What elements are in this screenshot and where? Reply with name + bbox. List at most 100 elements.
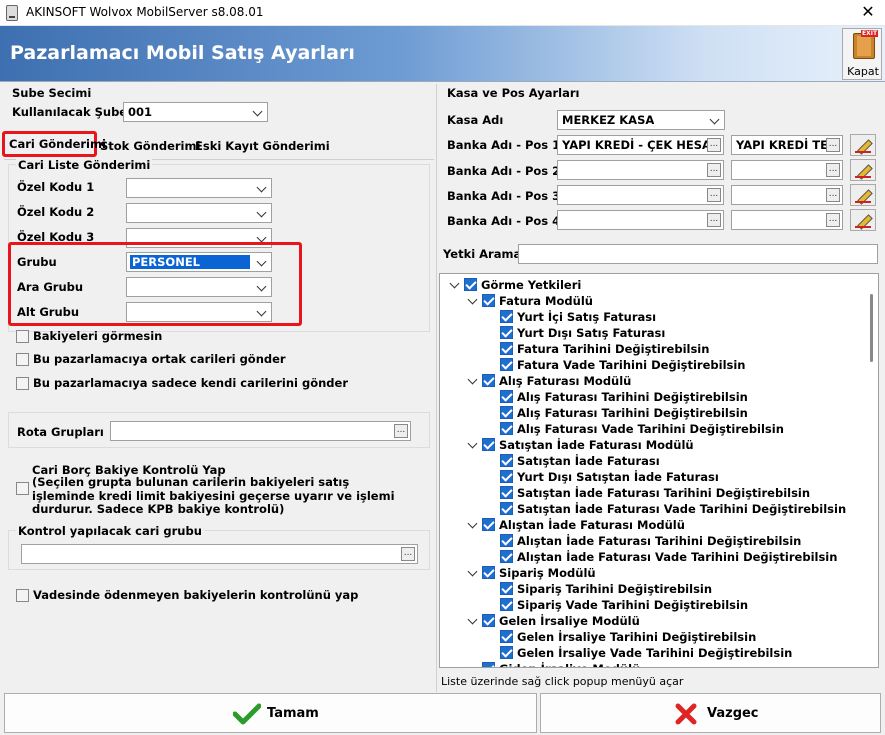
tree-item-checkbox[interactable] — [500, 502, 513, 515]
tree-item[interactable]: Sipariş Tarihini Değiştirebilsin — [440, 581, 870, 597]
tree-item-checkbox[interactable] — [482, 518, 495, 531]
edit-pencil-icon[interactable] — [850, 209, 876, 231]
tree-item-checkbox[interactable] — [500, 486, 513, 499]
tree-item-checkbox[interactable] — [500, 310, 513, 323]
tree-item[interactable]: Fatura Vade Tarihini Değiştirebilsin — [440, 357, 870, 373]
yetki-arama-input[interactable] — [518, 244, 878, 264]
bakiye-gormesin-checkbox[interactable] — [16, 330, 29, 343]
ortak-cari-checkbox[interactable] — [16, 353, 29, 366]
grubu-select[interactable]: PERSONEL — [126, 252, 272, 272]
tree-item[interactable]: Gelen İrsaliye Tarihini Değiştirebilsin — [440, 629, 870, 645]
tree-item-checkbox[interactable] — [500, 390, 513, 403]
pos-2-bank-input[interactable]: ... — [557, 160, 724, 180]
tree-item[interactable]: Gelen İrsaliye Vade Tarihini Değiştirebi… — [440, 645, 870, 661]
kontrol-input[interactable]: ... — [21, 544, 418, 564]
chevron-down-icon[interactable] — [468, 377, 478, 387]
tree-item[interactable]: Alıştan İade Faturası Tarihini Değiştire… — [440, 533, 870, 549]
tree-item[interactable]: Satıştan İade Faturası — [440, 453, 870, 469]
tree-item[interactable]: Sipariş Modülü — [440, 565, 870, 581]
tamam-button[interactable]: Tamam — [4, 693, 537, 733]
pos-2-account-input[interactable]: ... — [731, 160, 843, 180]
tree-item[interactable]: Satıştan İade Faturası Modülü — [440, 437, 870, 453]
tab-eski-kayit-gonderimi[interactable]: Eski Kayıt Gönderimi — [195, 139, 330, 153]
tree-item-checkbox[interactable] — [500, 406, 513, 419]
pos-3-bank-input[interactable]: ... — [557, 185, 724, 205]
tree-item-checkbox[interactable] — [482, 438, 495, 451]
kapat-button[interactable]: EXIT Kapat — [842, 28, 882, 80]
chevron-down-icon[interactable] — [468, 617, 478, 627]
tree-item[interactable]: Fatura Modülü — [440, 293, 870, 309]
ellipsis-button[interactable]: ... — [707, 213, 721, 227]
pos-1-account-input[interactable]: YAPI KREDİ TE... — [731, 135, 843, 155]
ellipsis-button[interactable]: ... — [826, 188, 840, 202]
tree-item-checkbox[interactable] — [482, 294, 495, 307]
kasa-select[interactable]: MERKEZ KASA — [557, 110, 725, 130]
ellipsis-button[interactable]: ... — [826, 163, 840, 177]
pos-4-account-input[interactable]: ... — [731, 210, 843, 230]
borc-kontrol-checkbox[interactable] — [16, 482, 29, 495]
tree-item[interactable]: Görme Yetkileri — [440, 277, 870, 293]
tree-item-checkbox[interactable] — [482, 374, 495, 387]
tree-item[interactable]: Alıştan İade Faturası Modülü — [440, 517, 870, 533]
window-close-button[interactable]: ✕ — [855, 1, 881, 23]
ellipsis-button[interactable]: ... — [401, 547, 415, 561]
tree-item[interactable]: Fatura Tarihini Değiştirebilsin — [440, 341, 870, 357]
ellipsis-button[interactable]: ... — [707, 138, 721, 152]
chevron-down-icon[interactable] — [468, 569, 478, 579]
tree-item[interactable]: Sipariş Vade Tarihini Değiştirebilsin — [440, 597, 870, 613]
tree-item-checkbox[interactable] — [464, 278, 477, 291]
tree-item[interactable]: Yurt İçi Satış Faturası — [440, 309, 870, 325]
edit-pencil-icon[interactable] — [850, 134, 876, 156]
tree-item[interactable]: Alıştan İade Faturası Vade Tarihini Deği… — [440, 549, 870, 565]
tree-scrollbar[interactable] — [870, 294, 873, 362]
tree-item-checkbox[interactable] — [500, 470, 513, 483]
tree-item-checkbox[interactable] — [500, 358, 513, 371]
tree-item-checkbox[interactable] — [500, 630, 513, 643]
ellipsis-button[interactable]: ... — [826, 213, 840, 227]
tree-item-checkbox[interactable] — [482, 566, 495, 579]
ellipsis-button[interactable]: ... — [707, 188, 721, 202]
tree-item-checkbox[interactable] — [482, 614, 495, 627]
permission-tree[interactable]: Görme Yetkileri Fatura Modülü Yurt İçi Sat… — [439, 273, 879, 668]
ellipsis-button[interactable]: ... — [394, 424, 408, 438]
chevron-down-icon[interactable] — [450, 281, 460, 291]
tree-item[interactable]: Alış Faturası Vade Tarihini Değiştirebil… — [440, 421, 870, 437]
tree-item[interactable]: Satıştan İade Faturası Vade Tarihini Değ… — [440, 501, 870, 517]
tree-item[interactable]: Yurt Dışı Satış Faturası — [440, 325, 870, 341]
chevron-down-icon[interactable] — [468, 297, 478, 307]
tree-item-checkbox[interactable] — [500, 454, 513, 467]
pos-4-bank-input[interactable]: ... — [557, 210, 724, 230]
edit-pencil-icon[interactable] — [850, 159, 876, 181]
tab-cari-gonderimi[interactable]: Cari Gönderimi — [9, 137, 106, 151]
tree-item-checkbox[interactable] — [500, 582, 513, 595]
rota-input[interactable]: ... — [110, 421, 411, 441]
tree-item[interactable]: Yurt Dışı Satıştan İade Faturası — [440, 469, 870, 485]
tree-item-checkbox[interactable] — [500, 422, 513, 435]
tree-item[interactable]: Giden İrsaliye Modülü — [440, 661, 870, 667]
tree-item-checkbox[interactable] — [500, 326, 513, 339]
tree-item[interactable]: Alış Faturası Modülü — [440, 373, 870, 389]
tree-item[interactable]: Gelen İrsaliye Modülü — [440, 613, 870, 629]
chevron-down-icon[interactable] — [468, 521, 478, 531]
vazgec-button[interactable]: Vazgec — [540, 693, 881, 733]
ellipsis-button[interactable]: ... — [826, 138, 840, 152]
tree-item[interactable]: Satıştan İade Faturası Tarihini Değiştir… — [440, 485, 870, 501]
ozel-kodu-1-select[interactable] — [126, 178, 272, 198]
tree-item-checkbox[interactable] — [500, 534, 513, 547]
ellipsis-button[interactable]: ... — [707, 163, 721, 177]
alt-grubu-select[interactable] — [126, 302, 272, 322]
tree-item-checkbox[interactable] — [500, 598, 513, 611]
tree-item-checkbox[interactable] — [482, 662, 495, 667]
vade-kontrol-checkbox[interactable] — [16, 589, 29, 602]
tree-item-checkbox[interactable] — [500, 342, 513, 355]
edit-pencil-icon[interactable] — [850, 184, 876, 206]
tree-item-checkbox[interactable] — [500, 646, 513, 659]
kendi-cari-checkbox[interactable] — [16, 377, 29, 390]
tree-item[interactable]: Alış Faturası Tarihini Değiştirebilsin — [440, 389, 870, 405]
ara-grubu-select[interactable] — [126, 277, 272, 297]
pos-1-bank-input[interactable]: YAPI KREDİ - ÇEK HESA... — [557, 135, 724, 155]
pos-3-account-input[interactable]: ... — [731, 185, 843, 205]
sube-select[interactable]: 001 — [123, 102, 268, 122]
tab-stok-gonderimi[interactable]: Stok Gönderimi — [100, 139, 200, 153]
tree-item[interactable]: Alış Faturası Tarihini Değiştirebilsin — [440, 405, 870, 421]
